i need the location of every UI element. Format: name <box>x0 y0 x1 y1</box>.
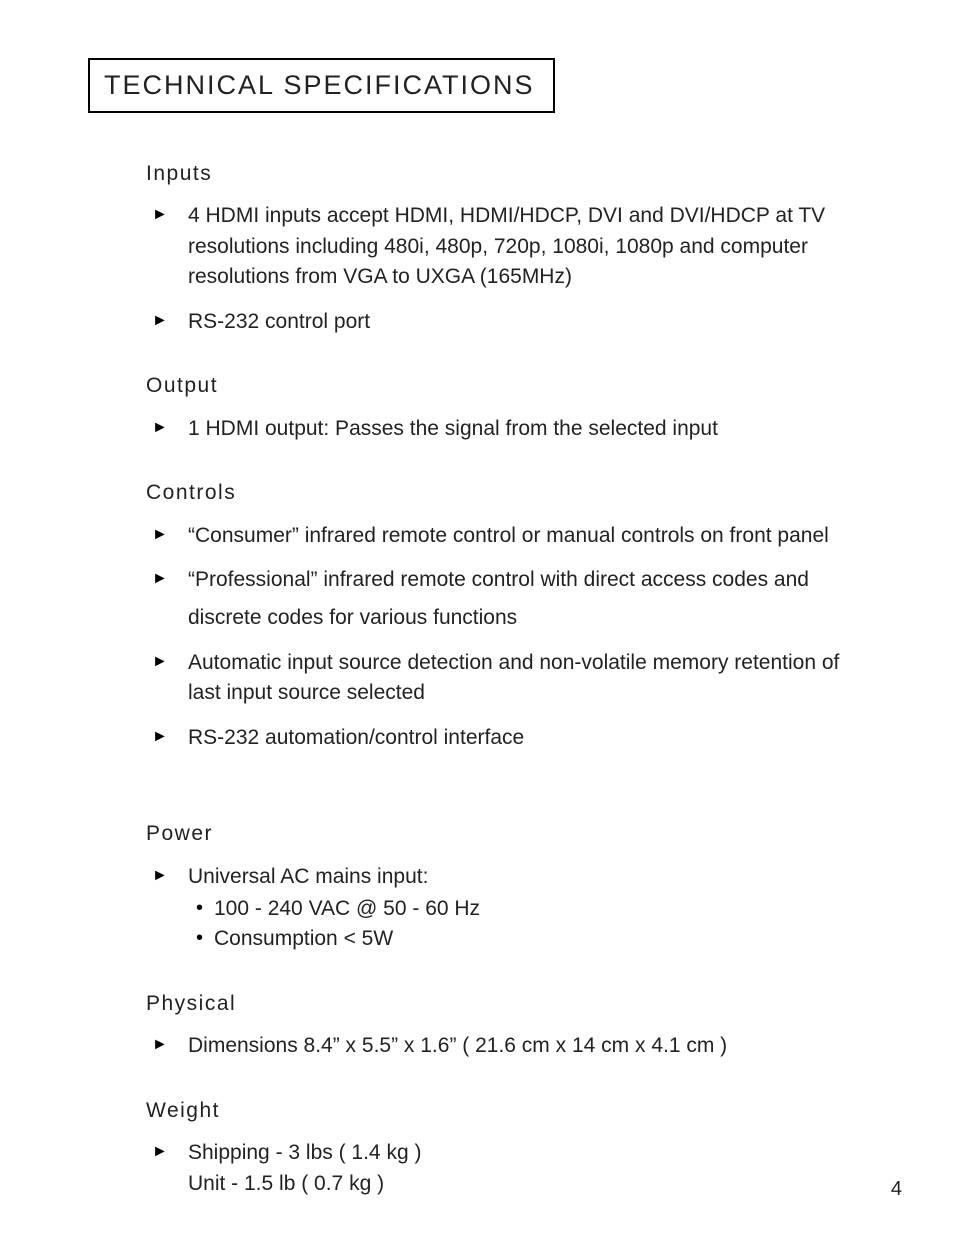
sub-list: 100 - 240 VAC @ 50 - 60 Hz Consumption <… <box>188 894 874 955</box>
page-title: TECHNICAL SPECIFICATIONS <box>88 58 555 113</box>
spec-list-weight: Shipping - 3 lbs ( 1.4 kg ) Unit - 1.5 l… <box>146 1138 874 1199</box>
section-heading-power: Power <box>146 819 874 849</box>
content-area: Inputs 4 HDMI inputs accept HDMI, HDMI/H… <box>88 113 874 1199</box>
list-item: Automatic input source detection and non… <box>146 648 874 709</box>
list-item-text: Shipping - 3 lbs ( 1.4 kg ) <box>188 1141 421 1164</box>
section-heading-output: Output <box>146 371 874 401</box>
spec-list-power: Universal AC mains input: 100 - 240 VAC … <box>146 862 874 955</box>
list-item: Shipping - 3 lbs ( 1.4 kg ) Unit - 1.5 l… <box>146 1138 874 1199</box>
list-item: RS-232 automation/control interface <box>146 723 874 753</box>
section-heading-weight: Weight <box>146 1096 874 1126</box>
section-heading-inputs: Inputs <box>146 159 874 189</box>
list-item: 4 HDMI inputs accept HDMI, HDMI/HDCP, DV… <box>146 201 874 292</box>
list-item: “Professional” infrared remote control w… <box>146 565 874 634</box>
list-item: Universal AC mains input: 100 - 240 VAC … <box>146 862 874 955</box>
page: TECHNICAL SPECIFICATIONS Inputs 4 HDMI i… <box>0 0 954 1235</box>
spec-list-physical: Dimensions 8.4” x 5.5” x 1.6” ( 21.6 cm … <box>146 1031 874 1061</box>
spec-list-inputs: 4 HDMI inputs accept HDMI, HDMI/HDCP, DV… <box>146 201 874 337</box>
list-item: RS-232 control port <box>146 307 874 337</box>
list-item: 1 HDMI output: Passes the signal from th… <box>146 414 874 444</box>
page-number: 4 <box>891 1178 902 1201</box>
spec-list-output: 1 HDMI output: Passes the signal from th… <box>146 414 874 444</box>
list-item-text: “Professional” infrared remote control w… <box>188 568 809 591</box>
section-heading-controls: Controls <box>146 478 874 508</box>
sub-list-item: 100 - 240 VAC @ 50 - 60 Hz <box>188 894 874 924</box>
list-item-second: Unit - 1.5 lb ( 0.7 kg ) <box>188 1169 874 1199</box>
list-item-extra: discrete codes for various functions <box>188 603 874 633</box>
list-item: Dimensions 8.4” x 5.5” x 1.6” ( 21.6 cm … <box>146 1031 874 1061</box>
list-item: “Consumer” infrared remote control or ma… <box>146 521 874 551</box>
list-item-text: Universal AC mains input: <box>188 865 428 888</box>
spec-list-controls: “Consumer” infrared remote control or ma… <box>146 521 874 754</box>
section-heading-physical: Physical <box>146 989 874 1019</box>
sub-list-item: Consumption < 5W <box>188 924 874 954</box>
